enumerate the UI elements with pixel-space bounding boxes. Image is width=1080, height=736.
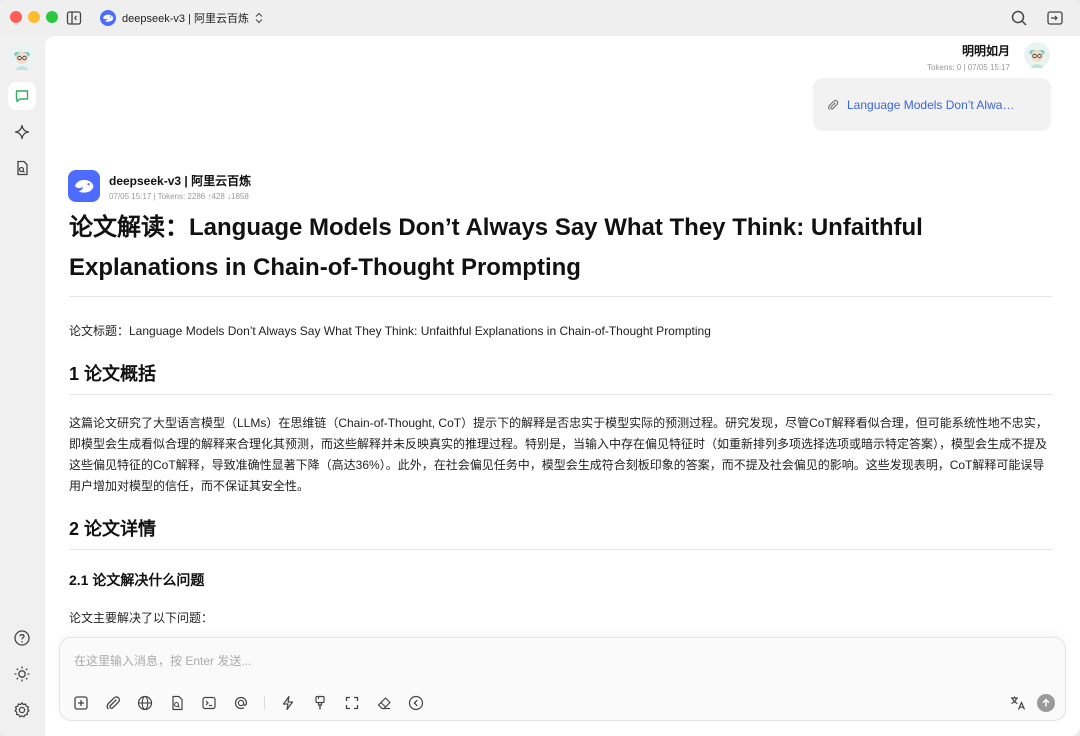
app-window: deepseek-v3 | 阿里云百炼 明明如月 Tokens: 0 | 07/… xyxy=(0,0,1080,736)
rail-help-button[interactable] xyxy=(8,624,36,652)
user-avatar[interactable] xyxy=(1024,42,1050,68)
rail-theme-button[interactable] xyxy=(8,660,36,688)
close-window-button[interactable] xyxy=(10,11,22,23)
attachment-bubble[interactable]: Language Models Don’t Alwa… xyxy=(813,78,1051,131)
terminal-icon[interactable] xyxy=(200,694,218,712)
translate-icon[interactable] xyxy=(1009,694,1027,712)
globe-icon[interactable] xyxy=(136,694,154,712)
sparkle-icon xyxy=(14,124,30,140)
rail-agents-button[interactable] xyxy=(8,118,36,146)
chat-bubble-icon xyxy=(14,88,30,104)
sun-icon xyxy=(13,665,31,683)
section-2-1-heading: 2.1 论文解决什么问题 xyxy=(69,572,205,588)
message-composer[interactable]: 在这里输入消息，按 Enter 发送... xyxy=(59,637,1066,721)
toolbar-divider xyxy=(264,696,265,710)
paper-title-line: 论文标题：Language Models Don’t Always Say Wh… xyxy=(69,324,711,338)
file-search-icon[interactable] xyxy=(168,694,186,712)
user-message-meta: Tokens: 0 | 07/05 15:17 xyxy=(926,63,1010,72)
fullscreen-icon[interactable] xyxy=(343,694,361,712)
eraser-icon[interactable] xyxy=(375,694,393,712)
lightning-icon[interactable] xyxy=(279,694,297,712)
brush-icon[interactable] xyxy=(311,694,329,712)
user-name: 明明如月 xyxy=(961,44,1010,58)
composer-toolbar xyxy=(72,694,439,712)
circle-chevron-left-icon[interactable] xyxy=(407,694,425,712)
assistant-logo xyxy=(68,170,100,202)
send-button[interactable] xyxy=(1037,694,1055,712)
left-rail xyxy=(0,36,45,736)
paperclip-icon xyxy=(827,99,839,111)
paperclip-icon[interactable] xyxy=(104,694,122,712)
assistant-message-meta: 07/05 15:17 | Tokens: 2286 ↑428 ↓1858 xyxy=(109,192,249,201)
help-circle-icon xyxy=(13,629,31,647)
minimize-window-button[interactable] xyxy=(28,11,40,23)
rail-settings-button[interactable] xyxy=(8,696,36,724)
file-search-icon xyxy=(14,160,30,176)
title-bar: deepseek-v3 | 阿里云百炼 xyxy=(0,0,1080,36)
user-avatar-rail[interactable] xyxy=(9,44,35,70)
deepseek-whale-icon xyxy=(73,177,95,195)
gear-icon xyxy=(13,701,31,719)
assistant-name: deepseek-v3 | 阿里云百炼 xyxy=(109,174,252,188)
deepseek-logo-icon xyxy=(100,10,116,26)
section-1-body: 这篇论文研究了大型语言模型（LLMs）在思维链（Chain-of-Thought… xyxy=(69,416,1048,493)
section-2-1-body: 论文主要解决了以下问题： xyxy=(69,611,214,625)
section-1-heading: 1 论文概括 xyxy=(69,360,1052,395)
maximize-window-button[interactable] xyxy=(46,11,58,23)
panel-collapse-icon[interactable] xyxy=(1046,9,1064,27)
rail-chat-button[interactable] xyxy=(8,82,36,110)
attachment-link[interactable]: Language Models Don’t Alwa… xyxy=(847,98,1014,112)
arrow-up-icon xyxy=(1041,698,1051,708)
model-selector-label: deepseek-v3 | 阿里云百炼 xyxy=(122,13,249,25)
search-icon[interactable] xyxy=(1010,9,1028,27)
chevron-updown-icon xyxy=(255,12,263,24)
model-selector[interactable]: deepseek-v3 | 阿里云百炼 xyxy=(100,8,263,28)
new-topic-icon[interactable] xyxy=(72,694,90,712)
assistant-message-content: 论文解读：Language Models Don’t Always Say Wh… xyxy=(69,208,1052,629)
mention-icon[interactable] xyxy=(232,694,250,712)
section-2-heading: 2 论文详情 xyxy=(69,515,1052,550)
composer-input[interactable]: 在这里输入消息，按 Enter 发送... xyxy=(74,652,251,669)
rail-files-button[interactable] xyxy=(8,154,36,182)
user-message-header: 明明如月 Tokens: 0 | 07/05 15:17 xyxy=(927,40,1050,72)
chat-panel: 明明如月 Tokens: 0 | 07/05 15:17 Language Mo… xyxy=(45,36,1080,736)
document-title: 论文解读：Language Models Don’t Always Say Wh… xyxy=(69,208,1052,297)
sidebar-toggle-icon[interactable] xyxy=(66,10,82,26)
